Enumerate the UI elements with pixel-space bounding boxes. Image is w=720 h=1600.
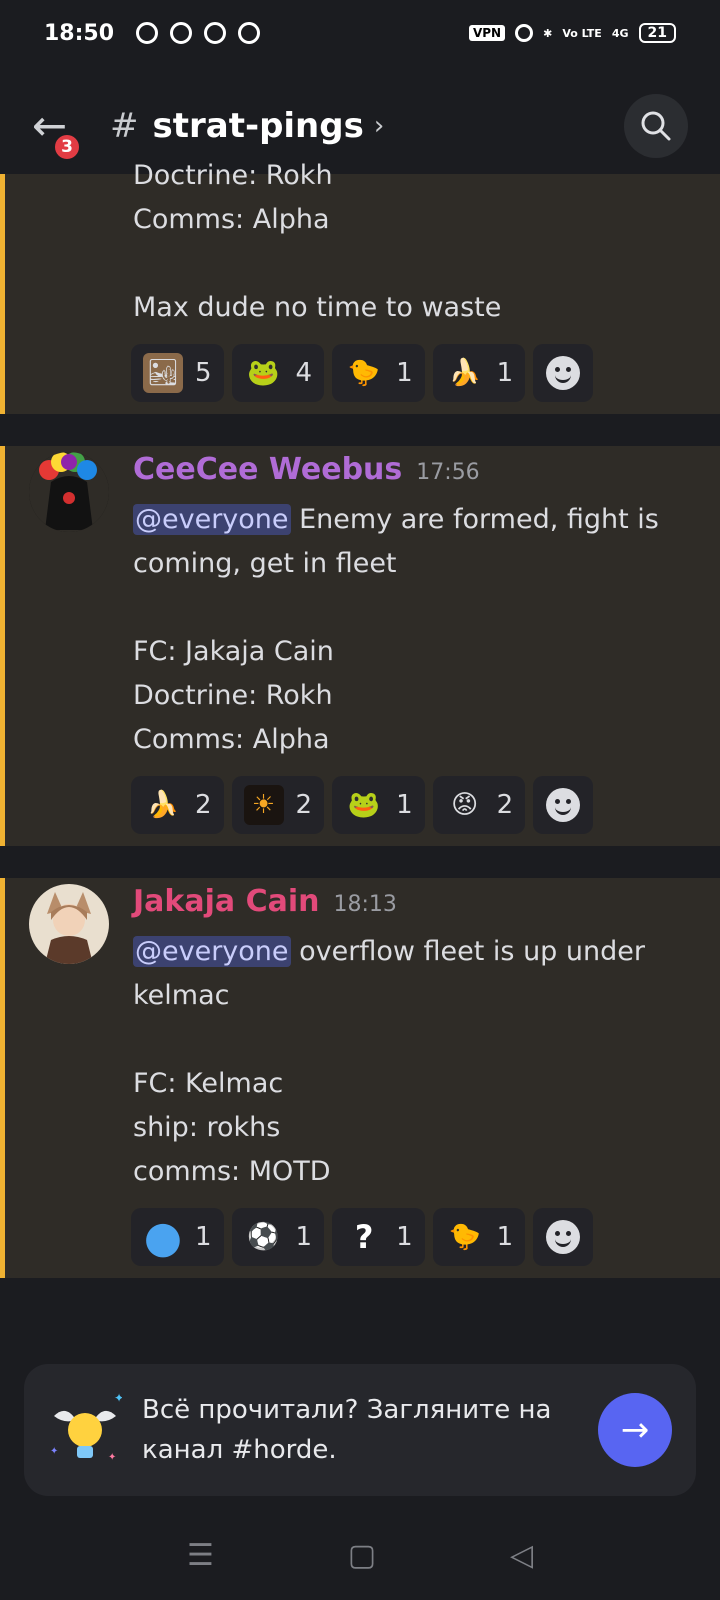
status-time: 18:50	[44, 20, 115, 46]
read-all-banner[interactable]: ✦ ✦ ✦ Всё прочитали? Загляните на канал …	[24, 1364, 696, 1496]
message[interactable]: CeeCee Weebus 17:56 @everyone Enemy are …	[0, 446, 720, 846]
reaction-count: 1	[295, 1222, 313, 1252]
message-timestamp: 17:56	[416, 460, 480, 485]
svg-text:✦: ✦	[50, 1446, 58, 1457]
frog-emoji-icon: 🐸	[347, 790, 381, 820]
message[interactable]: Doctrine: Rokh Comms: Alpha Max dude no …	[0, 160, 720, 414]
back-icon[interactable]: ◁	[510, 1538, 533, 1573]
avatar-image	[29, 452, 109, 532]
battery-indicator: 21	[638, 23, 676, 43]
reactions-row: 🍌 2 ☀ 2 🐸 1 😡 2	[131, 776, 594, 834]
svg-text:✦: ✦	[114, 1391, 122, 1405]
back-button[interactable]: ← 3	[32, 98, 88, 162]
channel-hash-icon: #	[110, 106, 139, 146]
frog-emoji-icon: 🐸	[247, 358, 280, 388]
message[interactable]: Jakaja Cain 18:13 @everyone overflow fle…	[0, 878, 720, 1278]
reactions-row: ● 1 ⚽ 1 ? 1 🐤 1	[131, 1208, 594, 1266]
add-reaction-button[interactable]	[533, 344, 594, 402]
message-first-line: @everyone overflow fleet is up under kel…	[133, 930, 693, 1018]
channel-name[interactable]: strat-pings	[153, 106, 364, 146]
bluetooth-icon: ✱	[543, 26, 553, 40]
banana-emoji-icon: 🍌	[448, 358, 481, 388]
message-body: Doctrine: Rokh Comms: Alpha Max dude no …	[133, 160, 502, 323]
blue-circle-emoji-icon: ●	[143, 1211, 183, 1263]
reaction-count: 1	[396, 1222, 413, 1252]
question-mark-emoji-icon: ?	[354, 1218, 374, 1256]
avatar[interactable]	[29, 884, 109, 964]
message-first-line: @everyone Enemy are formed, fight is com…	[133, 498, 693, 586]
message-timestamp: 18:13	[333, 892, 397, 917]
author-name[interactable]: CeeCee Weebus	[133, 452, 402, 487]
reaction-count: 2	[195, 790, 212, 820]
angry-blob-emoji-icon: 😡	[451, 790, 479, 820]
alarm-icon	[515, 24, 534, 42]
mention[interactable]: @everyone	[133, 504, 291, 535]
unread-badge: 3	[52, 132, 82, 162]
anarchy-icon	[238, 22, 261, 44]
smiley-icon	[546, 1220, 581, 1254]
status-bar: 18:50 VPN ✱ Vo LTE 4G 21	[0, 0, 720, 66]
desert-emoji-icon: 🏜	[143, 353, 183, 393]
soccer-ball-emoji-icon: ⚽	[247, 1222, 280, 1252]
reaction-count: 1	[496, 358, 514, 388]
duck-knife-emoji-icon: 🐤	[448, 1222, 481, 1252]
chevron-right-icon[interactable]: ›	[374, 111, 384, 141]
reaction[interactable]: 🐸 4	[231, 344, 325, 402]
volte-label: Vo LTE	[562, 26, 602, 40]
reaction[interactable]: 😡 2	[432, 776, 526, 834]
avatar-image	[29, 884, 109, 964]
reaction[interactable]: ● 1	[131, 1208, 224, 1266]
duck-knife-emoji-icon: 🐤	[347, 358, 381, 388]
message-body: FC: Kelmac ship: rokhs comms: MOTD	[133, 1068, 331, 1187]
reaction[interactable]: ? 1	[332, 1208, 425, 1266]
vpn-badge: VPN	[468, 25, 506, 41]
notification-icon	[170, 22, 193, 44]
avatar[interactable]	[29, 452, 109, 532]
sun-emoji-icon: ☀	[243, 785, 284, 825]
notification-icons	[136, 22, 261, 44]
network-label: 4G	[611, 26, 629, 40]
reaction-count: 1	[496, 1222, 514, 1252]
reaction[interactable]: ⚽ 1	[231, 1208, 325, 1266]
reactions-row: 🏜 5 🐸 4 🐤 1 🍌 1	[131, 344, 594, 402]
author-name[interactable]: Jakaja Cain	[133, 884, 319, 919]
banner-text: Всё прочитали? Загляните на канал #horde…	[142, 1395, 552, 1465]
reaction[interactable]: 🏜 5	[131, 344, 224, 402]
reaction[interactable]: 🍌 1	[432, 344, 526, 402]
add-reaction-button[interactable]	[533, 1208, 594, 1266]
reaction[interactable]: ☀ 2	[231, 776, 325, 834]
banana-emoji-icon: 🍌	[146, 790, 180, 820]
notification-icon	[136, 22, 159, 44]
add-reaction-button[interactable]	[533, 776, 594, 834]
reaction-count: 1	[195, 1222, 212, 1252]
reaction[interactable]: 🐸 1	[332, 776, 425, 834]
reaction-count: 1	[396, 790, 413, 820]
chrome-icon	[204, 22, 227, 44]
reaction-count: 4	[295, 358, 313, 388]
reaction[interactable]: 🍌 2	[131, 776, 224, 834]
reaction-count: 2	[496, 790, 514, 820]
search-icon	[641, 111, 671, 141]
menu-icon[interactable]: ☰	[187, 1538, 214, 1573]
reaction-count: 2	[295, 790, 313, 820]
reaction-count: 1	[396, 358, 413, 388]
home-icon[interactable]: ▢	[348, 1538, 376, 1573]
lightbulb-wings-icon: ✦ ✦ ✦	[50, 1391, 122, 1463]
go-to-channel-button[interactable]: →	[598, 1393, 672, 1467]
message-body: FC: Jakaja Cain Doctrine: Rokh Comms: Al…	[133, 636, 334, 755]
svg-text:✦: ✦	[108, 1452, 116, 1463]
smiley-icon	[546, 356, 581, 390]
reaction[interactable]: 🐤 1	[432, 1208, 526, 1266]
search-button[interactable]	[624, 94, 688, 158]
arrow-right-icon: →	[620, 1410, 650, 1450]
smiley-icon	[546, 788, 581, 822]
reaction-count: 5	[195, 358, 212, 388]
reaction[interactable]: 🐤 1	[332, 344, 425, 402]
system-nav-bar: ☰ ▢ ◁	[0, 1520, 720, 1590]
mention[interactable]: @everyone	[133, 936, 291, 967]
